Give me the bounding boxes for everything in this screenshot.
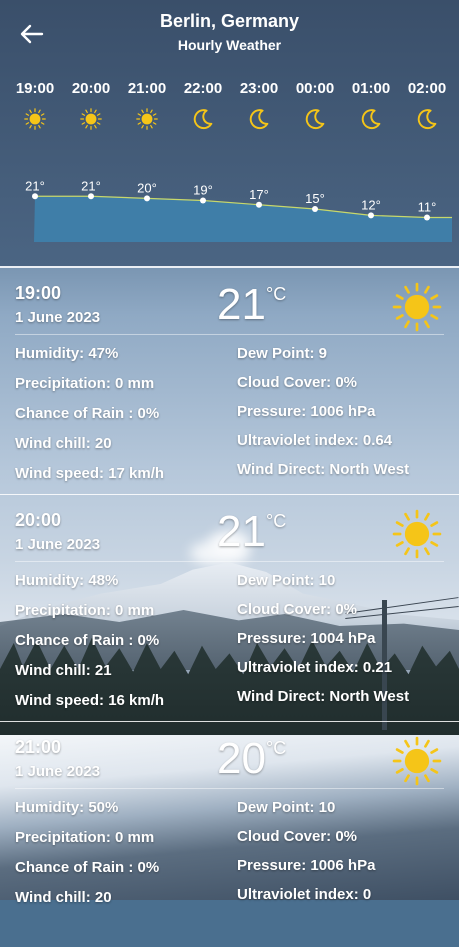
moon-icon [175,107,231,131]
cloud-cover-stat: Cloud Cover: 0% [237,374,358,391]
hour-time: 21:00 [127,80,167,97]
card-date: 1 June 2023 [15,763,101,780]
hour-time: 01:00 [351,80,391,97]
hour-time: 20:00 [71,80,111,97]
hour-detail-card: 21:00 1 June 2023 20 °C Humidity: 50% Precipi… [0,722,459,947]
hour-time: 23:00 [239,80,279,97]
dew-point-stat: Dew Point: 10 [237,572,336,589]
temperature-point [424,214,430,221]
hour-column: 21:00 [119,80,175,131]
card-date: 1 June 2023 [15,309,101,326]
hour-column: 19:00 [7,80,63,131]
temperature-label: 17° [249,187,269,202]
wind-direction-stat: Wind Direct: North West [237,461,410,478]
precipitation-stat: Precipitation: 0 mm [15,602,155,619]
temperature-point [88,193,94,200]
wind-chill-stat: Wind chill: 20 [15,889,112,906]
sun-icon [390,734,444,788]
temperature-label: 19° [193,183,213,198]
hour-time: 19:00 [15,80,55,97]
temperature-unit: °C [266,738,287,758]
hour-column: 01:00 [343,80,399,131]
card-time: 20:00 [15,510,62,530]
temperature-unit: °C [266,284,287,304]
card-divider [15,334,444,335]
temperature-point [256,201,262,208]
hour-time: 22:00 [183,80,223,97]
temperature-label: 21° [25,178,45,193]
temperature-graph: 21° 21° 20° 19° 17° 15° 12° 11° [25,178,452,242]
pressure-stat: Pressure: 1004 hPa [237,630,376,647]
card-date: 1 June 2023 [15,536,101,553]
uv-index-stat: Ultraviolet index: 0.64 [237,432,393,449]
dew-point-stat: Dew Point: 9 [237,345,328,362]
card-temperature: 21 [217,280,266,329]
temperature-label: 20° [137,180,157,195]
moon-icon [399,107,455,131]
hour-column: 20:00 [63,80,119,131]
temperature-point [368,212,374,219]
pressure-stat: Pressure: 1006 hPa [237,403,376,420]
card-time: 19:00 [15,283,62,303]
temperature-label: 12° [361,197,381,212]
wind-chill-stat: Wind chill: 20 [15,435,112,452]
hour-time: 00:00 [295,80,335,97]
hour-column: 22:00 [175,80,231,131]
humidity-stat: Humidity: 48% [15,572,119,589]
hour-column: 02:00 [399,80,455,131]
temperature-point [32,193,38,200]
pressure-stat: Pressure: 1006 hPa [237,857,376,874]
sun-icon [119,107,175,131]
uv-index-stat: Ultraviolet index: 0.21 [237,659,393,676]
hour-column: 23:00 [231,80,287,131]
moon-icon [287,107,343,131]
temperature-label: 21° [81,178,101,193]
hourly-header: Berlin, Germany Hourly Weather 19:00 20:0… [0,0,459,266]
temperature-point [312,206,318,212]
uv-index-stat: Ultraviolet index: 0 [237,886,372,903]
page-subtitle: Hourly Weather [177,37,282,53]
rain-chance-stat: Chance of Rain : 0% [15,859,160,876]
moon-icon [231,107,287,131]
temperature-point [144,195,150,202]
wind-speed-stat: Wind speed: 16 km/h [15,692,165,709]
temperature-label: 15° [305,191,325,206]
precipitation-stat: Precipitation: 0 mm [15,375,155,392]
moon-icon [343,107,399,131]
card-time: 21:00 [15,737,62,757]
rain-chance-stat: Chance of Rain : 0% [15,405,160,422]
wind-speed-stat: Wind speed: 17 km/h [15,465,165,482]
humidity-stat: Humidity: 50% [15,799,119,816]
card-divider [15,561,444,562]
cloud-cover-stat: Cloud Cover: 0% [237,828,358,845]
city-title: Berlin, Germany [159,11,300,31]
hour-time: 02:00 [407,80,447,97]
humidity-stat: Humidity: 47% [15,345,119,362]
hour-detail-card: 19:00 1 June 2023 21 °C Humidity: 47% Precipi… [0,268,459,493]
sun-icon [390,507,444,561]
cloud-cover-stat: Cloud Cover: 0% [237,601,358,618]
card-divider [15,788,444,789]
wind-chill-stat: Wind chill: 21 [15,662,112,679]
wind-direction-stat: Wind Direct: North West [237,688,410,705]
temperature-label: 11° [418,200,437,215]
precipitation-stat: Precipitation: 0 mm [15,829,155,846]
hourly-strip: 19:00 20:00 21:00 22:00 23:00 00:00 01:00 02:00 [0,80,459,140]
sun-icon [7,107,63,131]
hour-column: 00:00 [287,80,343,131]
sun-icon [390,280,444,334]
sun-icon [63,107,119,131]
hour-detail-card: 20:00 1 June 2023 21 °C Humidity: 48% Precipi… [0,495,459,720]
dew-point-stat: Dew Point: 10 [237,799,336,816]
rain-chance-stat: Chance of Rain : 0% [15,632,160,649]
card-temperature: 20 [217,734,266,783]
temperature-unit: °C [266,511,287,531]
temperature-point [200,197,206,204]
card-temperature: 21 [217,507,266,556]
